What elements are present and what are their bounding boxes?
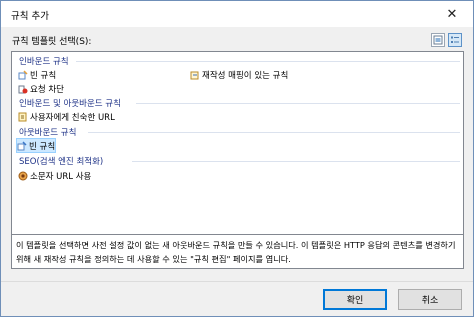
blank-rule-icon: [18, 69, 28, 80]
list-item-inbound-blank-rule[interactable]: 빈 규칙: [18, 68, 56, 81]
group-divider: [136, 103, 460, 104]
ok-button[interactable]: 확인: [323, 289, 387, 310]
list-item-request-blocking[interactable]: 요청 차단: [18, 82, 64, 95]
group-header-inbound: 인바운드 규칙: [19, 57, 69, 67]
close-icon: ✕: [446, 6, 458, 22]
large-icons-view-button[interactable]: [431, 33, 445, 47]
list-item-rule-with-rewrite-map[interactable]: 재작성 매핑이 있는 규칙: [190, 68, 288, 81]
dialog-title: 규칙 추가: [11, 11, 49, 22]
footer-divider: [1, 281, 473, 282]
cancel-button[interactable]: 취소: [398, 289, 462, 310]
block-request-icon: [18, 84, 28, 94]
group-divider: [132, 161, 460, 162]
rule-template-list[interactable]: 인바운드 규칙 빈 규칙 재작성 매핑이 있는 규칙 요청 차단 인바운드 및 …: [11, 51, 464, 235]
template-description: 이 템플릿을 선택하면 사전 설정 값이 없는 새 아웃바운드 규칙을 만들 수…: [11, 235, 464, 269]
large-icons-view-icon: [433, 35, 443, 45]
list-view-button[interactable]: [448, 33, 462, 47]
view-toggle: [431, 33, 462, 47]
list-view-icon: [451, 36, 459, 43]
friendly-url-icon: [18, 112, 28, 122]
list-item-user-friendly-url[interactable]: 사용자에게 친숙한 URL: [18, 110, 115, 123]
rewrite-map-icon: [190, 70, 200, 80]
group-header-outbound: 아웃바운드 규칙: [19, 128, 77, 138]
list-item-lowercase-url[interactable]: 소문자 URL 사용: [18, 169, 91, 182]
group-header-seo: SEO(검색 엔진 최적화): [19, 157, 104, 167]
template-list-label: 규칙 템플릿 선택(S):: [12, 37, 92, 47]
add-rule-dialog: 규칙 추가 ✕ 규칙 템플릿 선택(S): 인바운드 규칙 빈 규칙 재작성 매…: [0, 0, 474, 317]
blank-rule-icon: [17, 140, 27, 151]
title-bar: 규칙 추가 ✕: [1, 1, 473, 27]
group-divider: [76, 61, 460, 62]
group-header-inbound-outbound: 인바운드 및 아웃바운드 규칙: [19, 99, 121, 109]
lowercase-url-icon: [18, 171, 28, 181]
list-item-outbound-blank-rule[interactable]: 빈 규칙: [15, 138, 57, 153]
group-divider: [88, 132, 460, 133]
close-button[interactable]: ✕: [431, 1, 473, 27]
